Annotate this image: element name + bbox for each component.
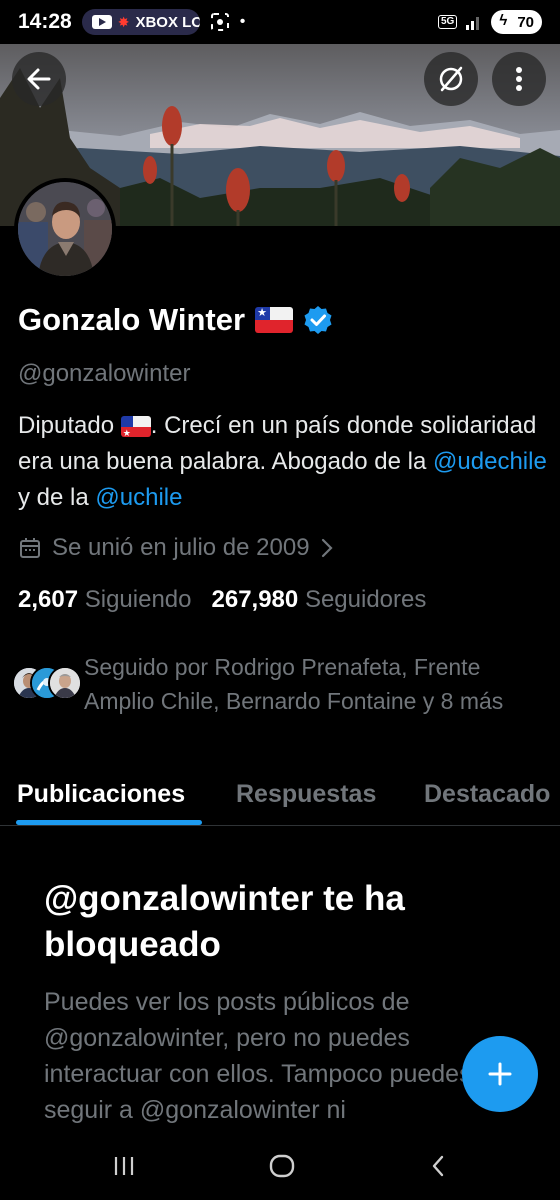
calendar-icon (20, 538, 40, 558)
home-button[interactable] (262, 1152, 302, 1180)
battery-indicator: 70 (491, 10, 542, 34)
chevron-right-icon (321, 538, 333, 558)
profile-name-row: Gonzalo Winter ★ (18, 302, 333, 338)
battery-level: 70 (517, 13, 534, 31)
bio-text-1: Diputado (18, 412, 121, 439)
blocked-description: Puedes ver los posts públicos de @gonzal… (44, 988, 472, 1124)
mention-link-uchile[interactable]: @uchile (95, 484, 182, 511)
grok-button[interactable] (424, 52, 478, 106)
profile-tabs: Publicaciones Respuestas Destacado (0, 770, 560, 826)
mention-link-udechile[interactable]: @udechile (433, 448, 547, 475)
home-icon (269, 1154, 295, 1178)
grok-icon (439, 66, 463, 92)
follower-avatar (48, 666, 82, 700)
media-notification-pill[interactable]: ✸ XBOX LO (81, 9, 200, 35)
status-time: 14:28 (18, 10, 72, 33)
chile-flag-icon: ★ (120, 416, 151, 438)
chevron-left-icon (432, 1155, 444, 1177)
signal-icon (466, 17, 480, 30)
network-badge: 5G (437, 15, 458, 29)
plus-icon (488, 1062, 512, 1086)
followers-count: 267,980 (211, 586, 299, 613)
joined-date-row[interactable]: Se unió en julio de 2009 (18, 534, 334, 562)
profile-handle: @gonzalowinter (18, 360, 191, 387)
following-count: 2,607 (18, 586, 79, 613)
recent-apps-button[interactable] (104, 1152, 144, 1180)
bio-text-3: y de la (18, 484, 96, 511)
joined-date: Se unió en julio de 2009 (52, 534, 310, 561)
recent-apps-icon (114, 1157, 134, 1175)
tab-destacado[interactable]: Destacado (424, 780, 550, 809)
more-vertical-icon (516, 67, 522, 91)
screenshot-icon (210, 13, 229, 31)
burst-icon: ✸ (117, 13, 130, 30)
more-options-button[interactable] (492, 52, 546, 106)
following-label: Siguiendo (84, 586, 192, 613)
youtube-icon (91, 15, 112, 29)
system-navigation-bar (0, 1128, 560, 1200)
verified-badge-icon[interactable] (303, 305, 333, 335)
followed-by-row[interactable]: Seguido por Rodrigo Prenafeta, Frente Am… (12, 650, 548, 718)
profile-bio: Diputado ★. Crecí en un país donde solid… (18, 408, 548, 516)
tab-respuestas[interactable]: Respuestas (236, 780, 376, 809)
profile-avatar[interactable] (14, 178, 116, 280)
active-tab-indicator (16, 820, 202, 825)
follow-stats: 2,607 Siguiendo 267,980 Seguidores (18, 586, 426, 614)
dot-icon: • (239, 13, 246, 30)
followed-by-text: Seguido por Rodrigo Prenafeta, Frente Am… (84, 654, 504, 714)
arrow-left-icon (27, 68, 51, 90)
profile-name: Gonzalo Winter (18, 302, 246, 337)
status-bar: 14:28 ✸ XBOX LO • 5G 70 (0, 0, 560, 44)
blocked-title: @gonzalowinter te ha bloqueado (44, 879, 405, 964)
notification-text: XBOX LO (135, 13, 200, 31)
back-nav-button[interactable] (418, 1152, 458, 1180)
followers-avatars (12, 666, 82, 702)
following-link[interactable]: 2,607 Siguiendo (18, 586, 192, 614)
back-button[interactable] (12, 52, 66, 106)
followers-link[interactable]: 267,980 Seguidores (212, 586, 427, 614)
tab-publicaciones[interactable]: Publicaciones (17, 780, 185, 809)
chile-flag-icon: ★ (255, 307, 294, 333)
followers-label: Seguidores (304, 586, 427, 613)
compose-button[interactable] (462, 1036, 538, 1112)
